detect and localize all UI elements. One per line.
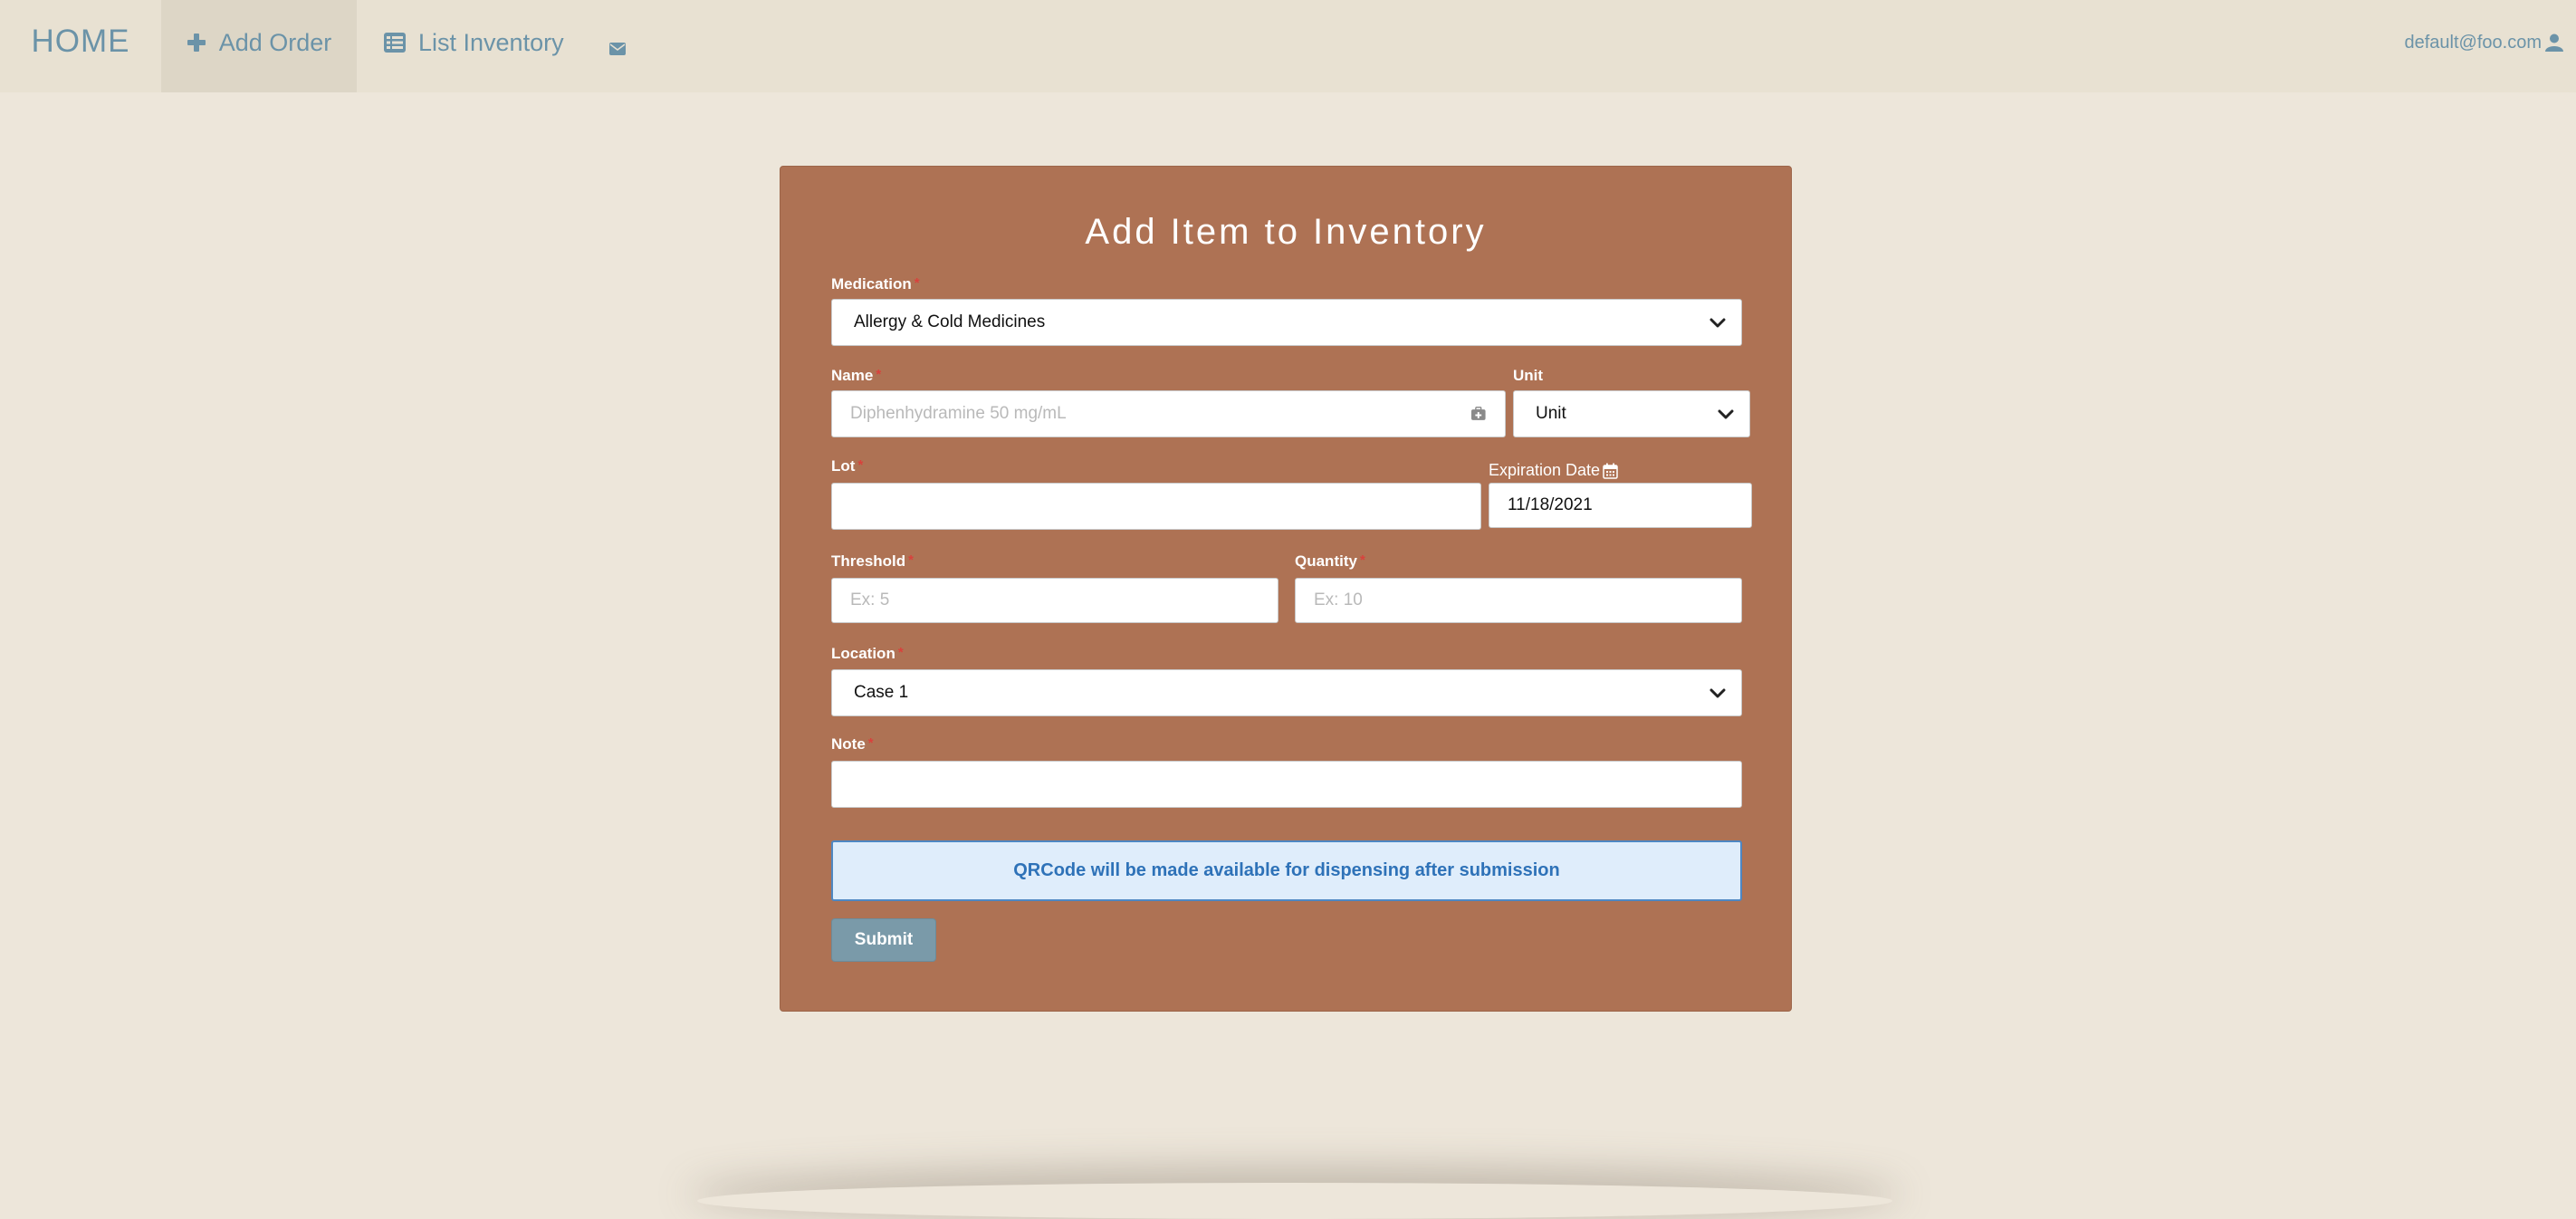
note-text-input[interactable]: [850, 774, 1723, 794]
submit-button[interactable]: Submit: [831, 918, 936, 962]
chevron-down-icon: [1717, 405, 1735, 423]
expiration-date-input[interactable]: 11/18/2021: [1489, 483, 1752, 528]
chevron-down-icon: [1709, 684, 1727, 702]
nav-list-inventory-label: List Inventory: [418, 29, 564, 57]
quantity-label: Quantity*: [1295, 552, 1365, 571]
user-email: default@foo.com: [2405, 33, 2542, 53]
location-select[interactable]: Case 1: [831, 669, 1742, 716]
name-text-input[interactable]: [850, 404, 1470, 424]
form-title: Add Item to Inventory: [780, 212, 1791, 253]
qrcode-notice: QRCode will be made available for dispen…: [831, 840, 1742, 901]
location-label: Location*: [831, 645, 904, 663]
name-input[interactable]: [831, 390, 1506, 437]
note-label: Note*: [831, 735, 874, 753]
nav-mail[interactable]: [591, 0, 626, 92]
nav-add-order[interactable]: Add Order: [161, 0, 357, 92]
user-menu[interactable]: default@foo.com: [2405, 0, 2576, 92]
unit-select[interactable]: Unit: [1513, 390, 1750, 437]
home-link[interactable]: HOME: [0, 0, 161, 92]
bottom-shadow: [697, 1183, 1892, 1219]
note-input[interactable]: [831, 761, 1742, 808]
list-icon: [384, 33, 406, 53]
nav-add-order-label: Add Order: [219, 29, 332, 57]
location-value: Case 1: [854, 683, 908, 703]
expiration-date-value: 11/18/2021: [1508, 495, 1593, 515]
threshold-input[interactable]: [831, 578, 1278, 623]
chevron-down-icon: [1709, 313, 1727, 331]
medication-value: Allergy & Cold Medicines: [854, 312, 1045, 332]
top-navbar: HOME Add Order List Inventory default@fo…: [0, 0, 2576, 92]
name-label: Name*: [831, 367, 881, 385]
threshold-label: Threshold*: [831, 552, 914, 571]
envelope-icon: [609, 43, 626, 55]
medication-label: Medication*: [831, 275, 920, 293]
lot-text-input[interactable]: [850, 496, 1462, 516]
quantity-input[interactable]: [1295, 578, 1742, 623]
lot-input[interactable]: [831, 483, 1481, 530]
unit-value: Unit: [1536, 404, 1566, 424]
user-icon: [2545, 34, 2563, 52]
quantity-text-input[interactable]: [1314, 590, 1723, 610]
threshold-text-input[interactable]: [850, 590, 1259, 610]
expiration-date-label: Expiration Date: [1489, 461, 1618, 480]
lot-label: Lot*: [831, 457, 863, 475]
nav-list-inventory[interactable]: List Inventory: [357, 0, 591, 92]
medkit-icon: [1470, 407, 1487, 421]
add-item-form: Add Item to Inventory Medication* Allerg…: [780, 166, 1792, 1012]
medication-select[interactable]: Allergy & Cold Medicines: [831, 299, 1742, 346]
unit-label: Unit: [1513, 367, 1543, 385]
plus-icon: [187, 33, 206, 53]
calendar-icon: [1603, 463, 1618, 479]
